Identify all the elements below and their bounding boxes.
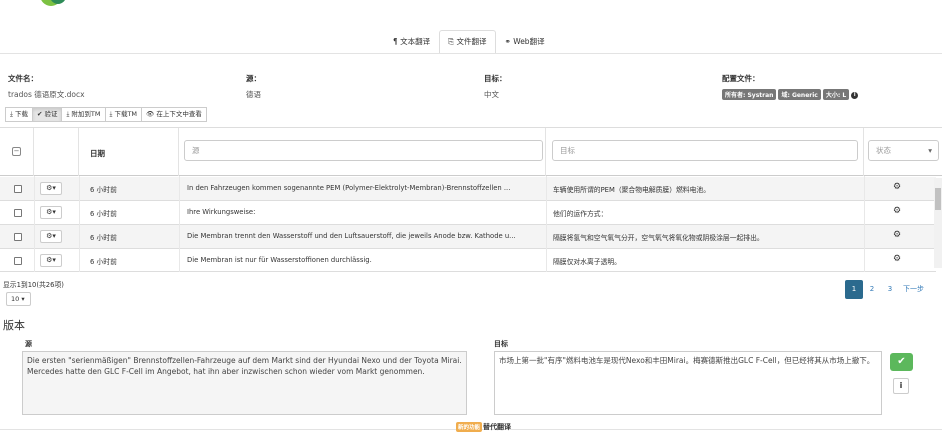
row-target[interactable]: 车辆使用所谓的PEM（聚合物电解质膜）燃料电池。 [553, 184, 853, 194]
column-divider [864, 176, 865, 272]
column-divider [179, 176, 180, 272]
row-target[interactable]: 他们的运作方式： [553, 208, 853, 218]
status-filter-select[interactable]: 状态 ▾ [868, 140, 939, 161]
table-row[interactable]: ⚙▾ 6 小时前 Die Membran trennt den Wasserst… [0, 225, 936, 249]
row-source[interactable]: Die Membran ist nur für Wasserstoffionen… [187, 256, 542, 264]
tabs-divider [0, 53, 942, 54]
source-lang-info: 源： 德语 [246, 73, 261, 100]
page-3-button[interactable]: 3 [881, 280, 899, 299]
row-status-gear-icon[interactable]: ⚙ [893, 254, 901, 264]
row-date: 6 小时前 [90, 210, 117, 218]
version-target-label: 目标 [494, 340, 508, 348]
file-name-value: trados 德语原文.docx [8, 90, 85, 99]
next-page-button[interactable]: 下一步 [899, 280, 928, 299]
column-divider [79, 176, 80, 272]
target-lang-value: 中文 [484, 90, 499, 99]
row-source[interactable]: Ihre Wirkungsweise: [187, 208, 542, 216]
toolbar: ⤓ 下载 ✔ 验证 ⤓ 附加到TM ⤓ 下载TM 👁 在上下文中查看 [5, 107, 207, 122]
file-name-label: 文件名： [8, 74, 38, 83]
size-badge: 大小: L [822, 89, 850, 100]
column-divider [34, 176, 35, 272]
row-actions-gear-icon[interactable]: ⚙▾ [40, 230, 62, 243]
showing-count: 显示1到10(共26项) [3, 281, 64, 289]
pagination: 1 2 3 下一步 [845, 280, 928, 299]
target-lang-info: 目标： 中文 [484, 73, 507, 100]
table-row[interactable]: ⚙▾ 6 小时前 Ihre Wirkungsweise: 他们的运作方式： ⚙ [0, 201, 936, 225]
scrollbar-thumb[interactable] [935, 188, 941, 210]
version-source-label: 源 [25, 340, 32, 348]
view-in-context-button[interactable]: 👁 在上下文中查看 [141, 107, 207, 122]
tab-file-translation[interactable]: ⎘ 文件翻译 [439, 30, 496, 53]
file-info: 文件名： trados 德语原文.docx [8, 73, 85, 100]
header-source-cell [179, 128, 546, 176]
row-actions-gear-icon[interactable]: ⚙▾ [40, 182, 62, 195]
tab-bar: ¶ 文本翻译 ⎘ 文件翻译 ⚭ Web翻译 [384, 30, 554, 53]
row-date: 6 小时前 [90, 234, 117, 242]
column-divider [546, 176, 547, 272]
version-source-text: Die ersten "serienmäßigen" Brennstoffzel… [22, 351, 467, 415]
grid-scrollbar[interactable] [934, 178, 942, 268]
alt-translation-label: 替代翻译 [483, 423, 512, 431]
row-date: 6 小时前 [90, 258, 117, 266]
new-feature-badge: 新的功能 [456, 422, 483, 432]
page-1-button[interactable]: 1 [845, 280, 863, 299]
download-tm-button[interactable]: ⤓ 下载TM [104, 107, 143, 122]
chevron-down-icon: ▾ [928, 146, 932, 155]
alt-translation-header[interactable]: 新的功能 替代翻译 [456, 422, 511, 432]
row-target[interactable]: 隔膜将氢气和空气氧气分开，空气氧气将氧化物或阴极涂层一起排出。 [553, 232, 853, 242]
source-lang-value: 德语 [246, 90, 261, 99]
grid-header: − 日期 源 目标 状态 ▾ [0, 128, 942, 176]
validate-button[interactable]: ✔ 验证 [31, 107, 63, 122]
info-icon[interactable]: i [851, 91, 859, 99]
source-lang-label: 源： [246, 74, 261, 83]
download-button[interactable]: ⤓ 下载 [5, 107, 33, 122]
version-title: 版本 [3, 319, 25, 332]
domain-badge: 域: Generic [778, 89, 821, 100]
info-button[interactable]: i [893, 378, 909, 394]
row-source[interactable]: In den Fahrzeugen kommen sogenannte PEM … [187, 184, 542, 192]
header-target-cell [546, 128, 864, 176]
segments-grid: − 日期 源 目标 状态 ▾ ⚙▾ 6 小时前 In den Fahrzeugen… [0, 127, 942, 272]
confirm-check-button[interactable]: ✔ [890, 353, 913, 371]
row-actions-gear-icon[interactable]: ⚙▾ [40, 206, 62, 219]
page-size-select[interactable]: 10 ▾ [6, 292, 31, 306]
row-target[interactable]: 隔膜仅对水离子透明。 [553, 256, 853, 266]
logo [40, 0, 70, 6]
row-checkbox[interactable] [14, 209, 22, 217]
row-status-gear-icon[interactable]: ⚙ [893, 182, 901, 192]
tab-text-translation[interactable]: ¶ 文本翻译 [384, 30, 439, 53]
row-source[interactable]: Die Membran trennt den Wasserstoff und d… [187, 232, 542, 240]
owner-badge: 所有者: Systran [722, 89, 777, 100]
row-checkbox[interactable] [14, 257, 22, 265]
add-to-tm-button[interactable]: ⤓ 附加到TM [61, 107, 106, 122]
tab-web-translation[interactable]: ⚭ Web翻译 [496, 30, 554, 53]
target-lang-label: 目标： [484, 74, 507, 83]
row-checkbox[interactable] [14, 185, 22, 193]
config-label: 配置文件： [722, 74, 760, 83]
header-select-cell: − [0, 128, 34, 176]
row-actions-gear-icon[interactable]: ⚙▾ [40, 254, 62, 267]
page-2-button[interactable]: 2 [863, 280, 881, 299]
row-status-gear-icon[interactable]: ⚙ [893, 206, 901, 216]
status-select-label: 状态 [876, 146, 891, 155]
row-checkbox[interactable] [14, 233, 22, 241]
version-target-textarea[interactable]: 市场上第一批"有序"燃料电池车是现代Nexo和丰田Mirai。梅赛德斯推出GLC… [494, 351, 882, 415]
header-actions-cell [34, 128, 79, 176]
table-row[interactable]: ⚙▾ 6 小时前 Die Membran ist nur für Wassers… [0, 249, 936, 272]
row-date: 6 小时前 [90, 186, 117, 194]
table-row[interactable]: ⚙▾ 6 小时前 In den Fahrzeugen kommen sogena… [0, 177, 936, 201]
config-info: 配置文件： 所有者: Systran 域: Generic 大小: Li [722, 73, 859, 100]
collapse-all-checkbox[interactable]: − [12, 147, 21, 156]
header-date-cell [79, 128, 179, 176]
row-status-gear-icon[interactable]: ⚙ [893, 230, 901, 240]
config-badges: 所有者: Systran 域: Generic 大小: Li [722, 89, 859, 100]
